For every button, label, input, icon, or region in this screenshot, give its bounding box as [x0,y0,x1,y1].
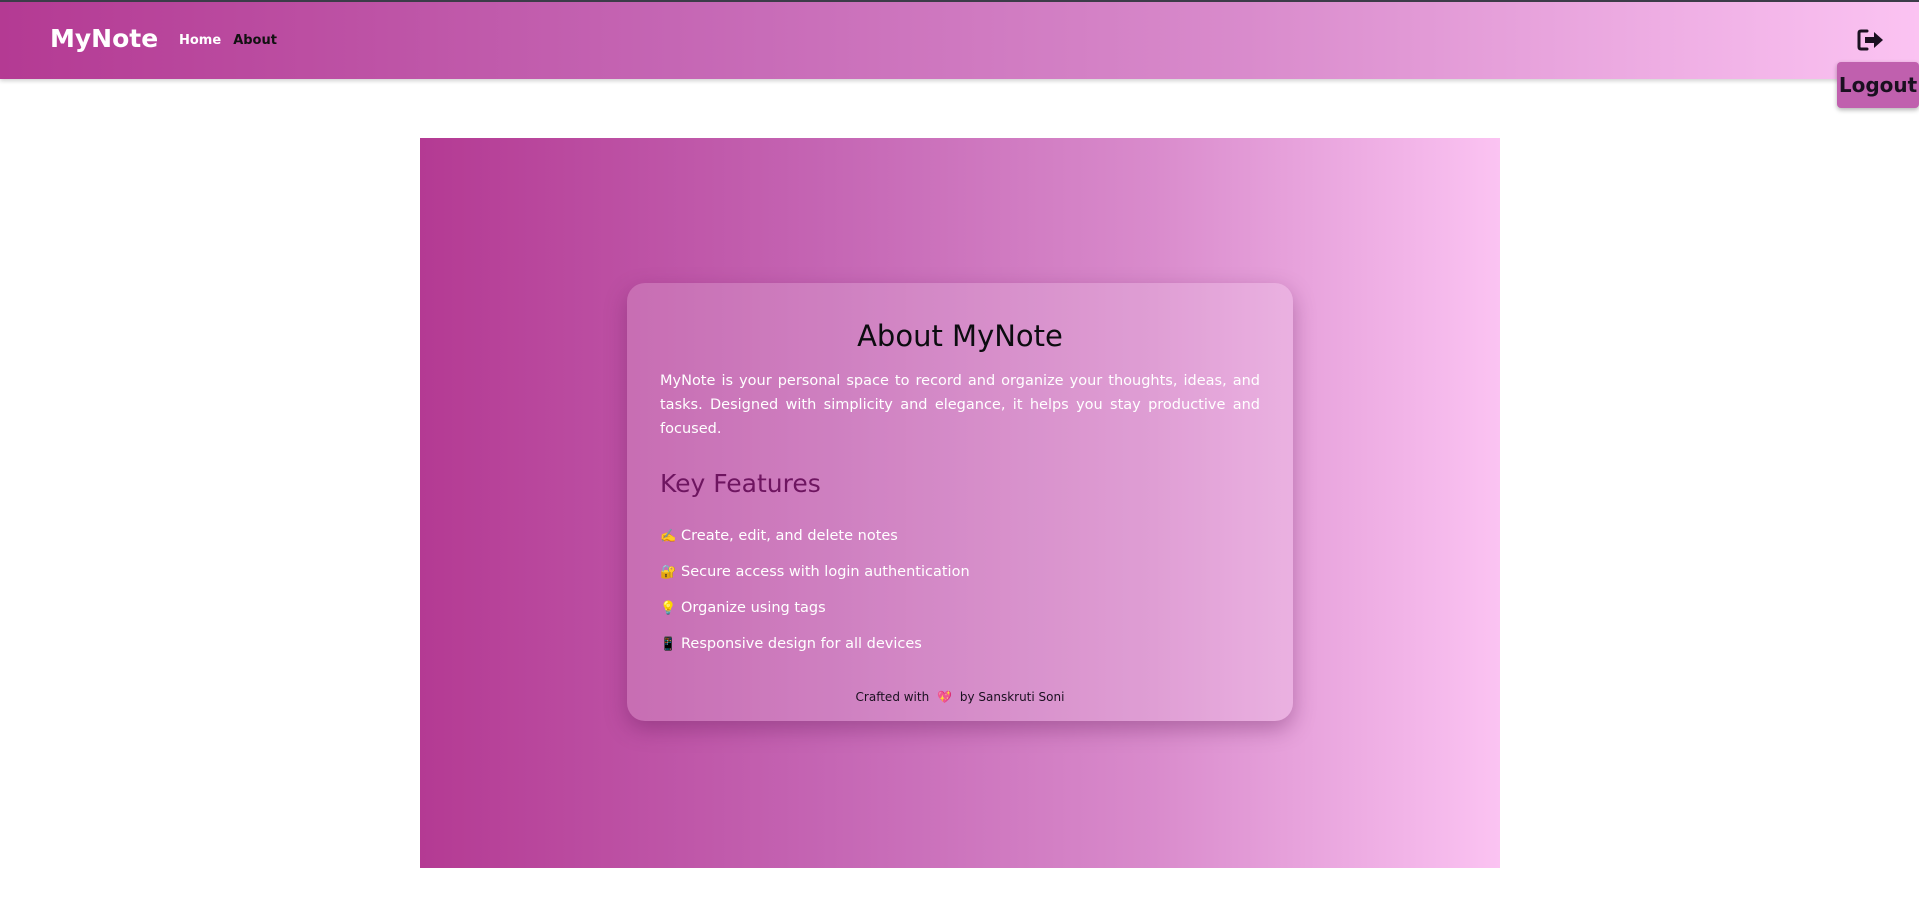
nav-links: Home About [179,33,277,48]
feature-text: Responsive design for all devices [681,636,922,652]
nav-link-home[interactable]: Home [179,33,221,48]
nav-link-about[interactable]: About [233,33,277,48]
brand-logo[interactable]: MyNote [50,24,158,53]
feature-item: 🔐 Secure access with login authenticatio… [660,554,1260,590]
heart-icon: 💖 [937,690,952,704]
sign-out-icon[interactable] [1857,29,1885,51]
about-card: About MyNote MyNote is your personal spa… [627,283,1293,721]
credits-footer: Crafted with 💖 by Sanskruti Soni [660,690,1260,704]
about-description: MyNote is your personal space to record … [660,373,1260,437]
page-title: About MyNote [857,319,1063,353]
lightbulb-icon: 💡 [660,600,677,616]
feature-text: Organize using tags [681,600,826,616]
features-heading: Key Features [660,469,821,498]
mobile-phone-icon: 📱 [660,636,677,652]
feature-text: Create, edit, and delete notes [681,528,898,544]
navbar: MyNote Home About [0,2,1919,79]
logout-button[interactable]: Logout [1837,62,1919,108]
feature-text: Secure access with login authentication [681,564,970,580]
writing-hand-icon: ✍️ [660,528,677,544]
feature-list: ✍️ Create, edit, and delete notes 🔐 Secu… [660,518,1260,662]
feature-item: 💡 Organize using tags [660,590,1260,626]
about-hero: About MyNote MyNote is your personal spa… [420,138,1500,868]
feature-item: 📱 Responsive design for all devices [660,626,1260,662]
credits-author: by Sanskruti Soni [959,690,1065,704]
lock-icon: 🔐 [660,564,677,580]
credits-prefix: Crafted with [855,690,930,704]
feature-item: ✍️ Create, edit, and delete notes [660,518,1260,554]
